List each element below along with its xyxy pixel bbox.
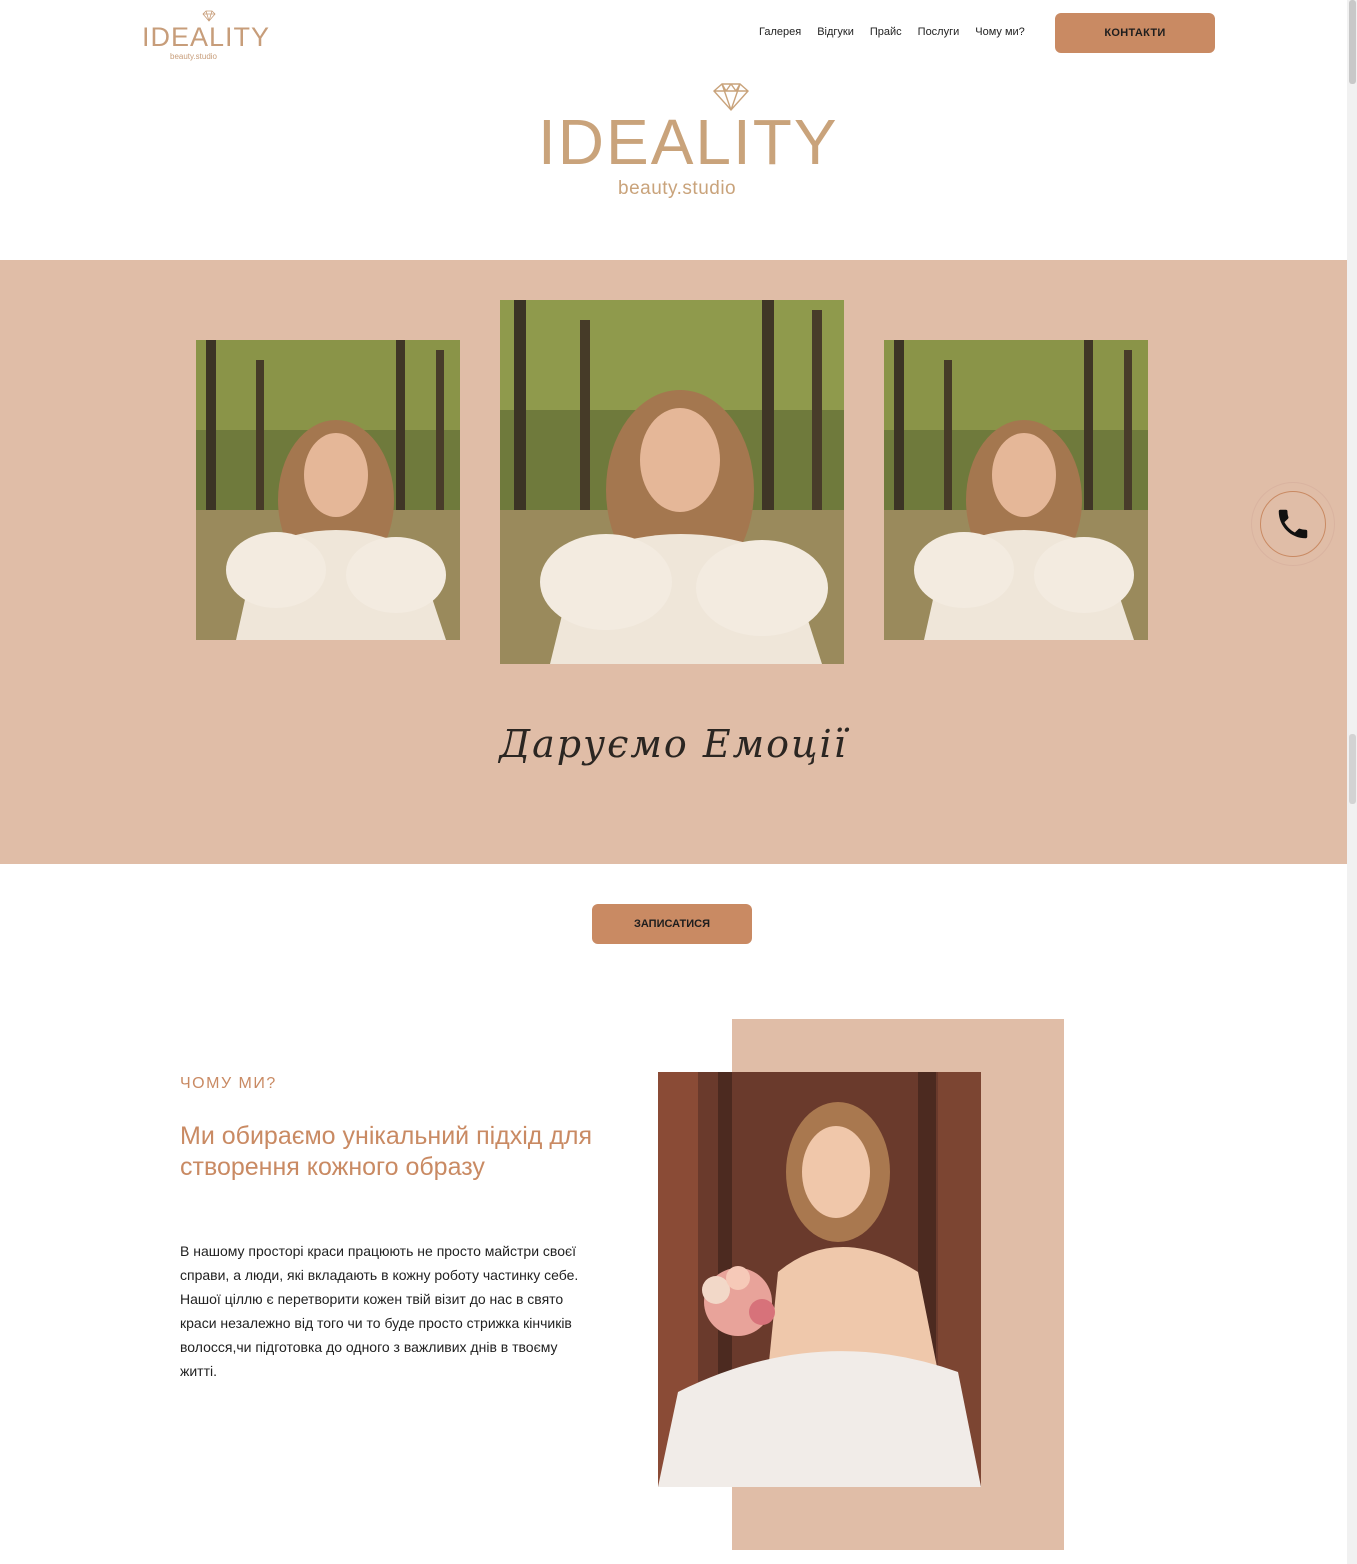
contacts-button[interactable]: КОНТАКТИ (1055, 13, 1215, 53)
scrollbar-thumb[interactable] (1349, 0, 1356, 84)
nav-item-reviews[interactable]: Відгуки (817, 26, 854, 38)
nav-item-gallery[interactable]: Галерея (759, 26, 801, 38)
gallery-photo-left[interactable] (196, 340, 460, 640)
header-logo-subtitle: beauty.studio (170, 52, 217, 61)
phone-icon (1278, 509, 1308, 539)
why-us-photo (658, 1072, 981, 1487)
book-appointment-button[interactable]: ЗАПИСАТИСЯ (592, 904, 752, 944)
gallery-tagline: Даруємо Емоції (499, 722, 848, 766)
hero-logo-subtitle: beauty.studio (618, 178, 737, 199)
hero-logo-text: IDEALITY (538, 106, 839, 178)
nav-item-services[interactable]: Послуги (918, 26, 960, 38)
call-button-inner (1260, 491, 1326, 557)
why-us-title: Ми обираємо унікальний підхід для створе… (180, 1122, 593, 1181)
gallery-band: Даруємо Емоції (0, 260, 1347, 864)
header-logo-text: IDEALITY (142, 22, 271, 52)
floating-call-button[interactable] (1251, 482, 1335, 566)
nav-item-price[interactable]: Прайс (870, 26, 902, 38)
why-us-eyebrow: ЧОМУ МИ? (180, 1075, 277, 1092)
gallery-photo-center[interactable] (500, 300, 844, 664)
diamond-icon (202, 10, 216, 22)
nav-item-why-us[interactable]: Чому ми? (975, 26, 1025, 38)
scrollbar-thumb-secondary (1349, 734, 1356, 804)
gallery-photo-right[interactable] (884, 340, 1148, 640)
site-header: IDEALITY beauty.studio Галерея Відгуки П… (0, 0, 1347, 66)
why-us-text: В нашому просторі краси працюють не прос… (180, 1243, 579, 1379)
hero-logo: IDEALITY beauty.studio (530, 80, 837, 205)
header-logo[interactable]: IDEALITY beauty.studio (140, 8, 269, 61)
main-nav: Галерея Відгуки Прайс Послуги Чому ми? (759, 26, 1025, 38)
